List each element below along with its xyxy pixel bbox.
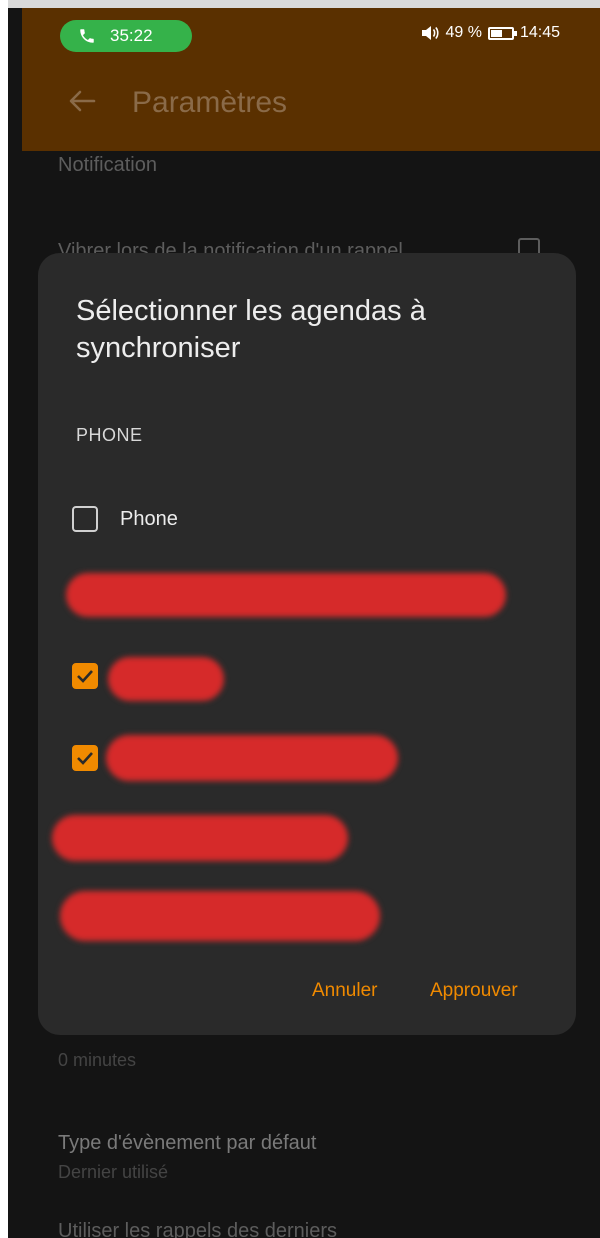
ongoing-call-pill[interactable]: 35:22 bbox=[60, 20, 192, 52]
redacted-calendar-name bbox=[106, 735, 398, 781]
page-title: Paramètres bbox=[132, 86, 288, 119]
window-frame-top bbox=[0, 0, 600, 8]
calendar-checkbox-checked[interactable] bbox=[72, 663, 98, 689]
redacted-account-header bbox=[66, 573, 506, 617]
setting-reminder-value: 0 minutes bbox=[58, 1050, 137, 1070]
redacted-calendar-name bbox=[108, 657, 224, 701]
section-header-notification: Notification bbox=[58, 154, 157, 176]
setting-use-last-reminders-label[interactable]: Utiliser les rappels des derniers bbox=[58, 1220, 337, 1238]
dialog-title: Sélectionner les agendas à synchroniser bbox=[76, 295, 426, 364]
calendar-checkbox-checked[interactable] bbox=[72, 745, 98, 771]
clock: 14:45 bbox=[519, 24, 560, 41]
volume-icon bbox=[422, 26, 440, 40]
setting-default-event-type-label[interactable]: Type d'évènement par défaut bbox=[58, 1132, 316, 1155]
calendar-item-redacted-2[interactable] bbox=[72, 745, 98, 771]
redacted-account-header bbox=[52, 815, 348, 861]
account-section-phone: PHONE bbox=[76, 425, 143, 445]
call-timer: 35:22 bbox=[110, 26, 153, 45]
approve-button[interactable]: Approuver bbox=[430, 980, 518, 1002]
phone-calendar-checkbox[interactable] bbox=[72, 506, 98, 532]
phone-screen: 35:22 49 % 14:45 Paramètres Notification… bbox=[8, 8, 600, 1238]
calendar-item-label: Phone bbox=[120, 507, 178, 530]
battery-icon bbox=[487, 26, 517, 40]
sync-calendars-dialog: Sélectionner les agendas à synchroniser … bbox=[38, 253, 576, 1035]
status-icons: 49 % 14:45 bbox=[421, 24, 560, 42]
phone-call-icon bbox=[80, 29, 94, 43]
calendar-item-redacted-1[interactable] bbox=[72, 663, 98, 689]
checkmark-icon bbox=[77, 752, 93, 765]
cancel-button[interactable]: Annuler bbox=[312, 980, 378, 1002]
app-bar: 35:22 49 % 14:45 Paramètres bbox=[22, 8, 600, 151]
window-frame-left bbox=[0, 0, 8, 1238]
calendar-item-phone[interactable]: Phone bbox=[72, 506, 178, 532]
checkmark-icon bbox=[77, 670, 93, 683]
battery-percent: 49 % bbox=[445, 24, 482, 41]
redacted-calendar-name bbox=[60, 891, 380, 941]
setting-default-event-type-value: Dernier utilisé bbox=[58, 1162, 169, 1182]
arrow-left-icon[interactable] bbox=[68, 90, 96, 112]
